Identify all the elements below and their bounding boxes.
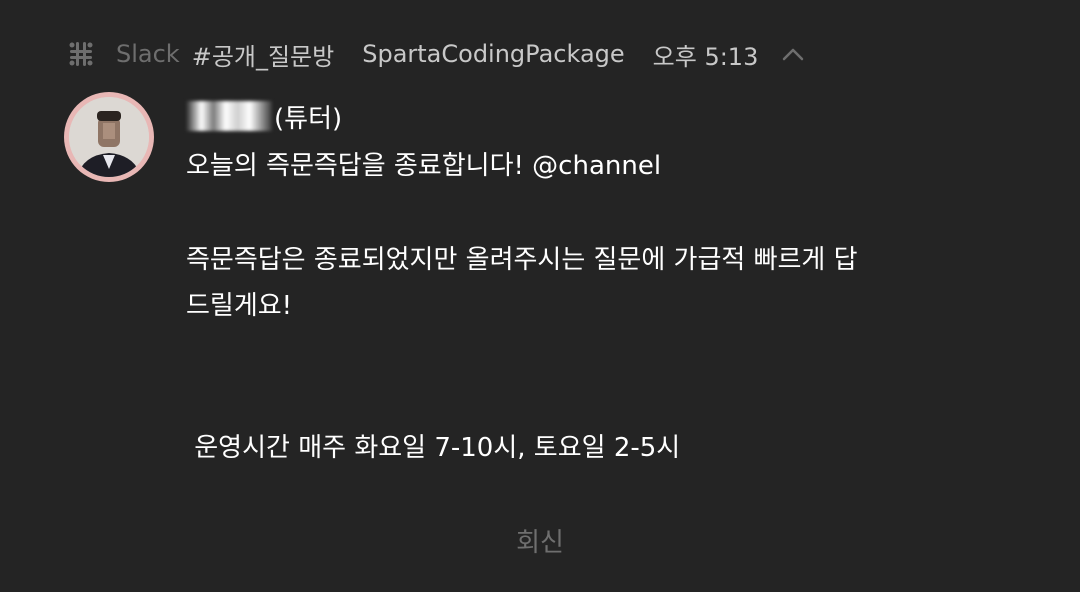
avatar-image <box>69 97 149 177</box>
avatar <box>64 92 154 182</box>
slack-icon <box>69 42 93 66</box>
message-line-3: 드릴게요! <box>186 291 293 321</box>
channel-name: #공개_질문방 <box>191 42 335 71</box>
message-line-2: 즉문즉답은 종료되었지만 올려주시는 질문에 가급적 빠르게 답 <box>186 245 858 275</box>
notification-header: Slack #공개_질문방 SpartaCodingPackage 오후 5:1… <box>64 34 806 74</box>
message-line-1: 오늘의 즉문즉답을 종료합니다! @channel <box>186 151 662 181</box>
app-name: Slack <box>116 40 180 68</box>
message-line-4: 운영시간 매주 화요일 7-10시, 토요일 2-5시 <box>186 433 681 463</box>
sender-name: (튜터) <box>186 96 342 136</box>
notification-time: 오후 5:13 <box>652 42 759 71</box>
redacted-name <box>186 101 272 131</box>
notification-card[interactable]: Slack #공개_질문방 SpartaCodingPackage 오후 5:1… <box>0 0 1080 592</box>
workspace-name: SpartaCodingPackage <box>362 40 625 68</box>
sender-role: (튜터) <box>274 103 343 134</box>
chevron-up-icon[interactable] <box>780 44 806 64</box>
reply-button[interactable]: 회신 <box>0 522 1080 559</box>
avatar-portrait <box>69 97 149 177</box>
